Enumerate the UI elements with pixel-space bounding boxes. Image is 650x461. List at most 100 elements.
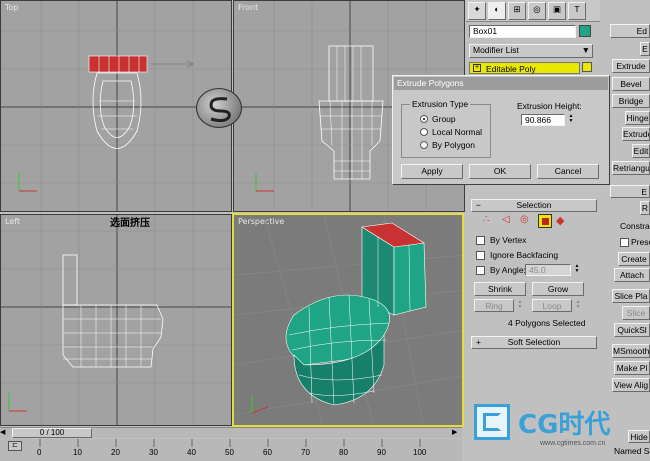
hinge-button[interactable]: Hinge	[625, 111, 650, 125]
grow-button[interactable]: Grow	[532, 282, 584, 296]
tick-30: 30	[149, 448, 158, 457]
next-frame-icon[interactable]: ▶	[452, 428, 460, 438]
extrude-along-button[interactable]: Extrude	[622, 127, 650, 141]
tick-60: 60	[263, 448, 272, 457]
edge-mode-icon[interactable]: ◁	[502, 214, 516, 228]
ring-spinner-icon[interactable]: ▲ ▼	[516, 300, 524, 310]
shrink-button[interactable]: Shrink	[474, 282, 526, 296]
loop-button[interactable]: Loop	[532, 299, 572, 312]
watermark-brand: CG时代	[518, 410, 611, 440]
preserve-uvs-label: Prese	[631, 237, 650, 247]
by-angle-field[interactable]: 45.0	[525, 264, 571, 276]
stack-item-label: Editable Poly	[486, 64, 536, 74]
make-planar-button[interactable]: Make Pl	[614, 361, 650, 375]
border-mode-icon[interactable]: ◎	[520, 214, 534, 228]
edit-triangulation-button[interactable]: Edit	[632, 144, 650, 158]
left-view-wireframe	[1, 215, 231, 425]
msmooth-button[interactable]: MSmooth	[612, 344, 650, 358]
expand-plus-icon[interactable]: +	[473, 64, 481, 72]
hierarchy-tab-icon[interactable]: ⊞	[508, 2, 526, 20]
tick-50: 50	[225, 448, 234, 457]
radio-by-polygon[interactable]	[420, 141, 428, 149]
soft-selection-title: Soft Selection	[507, 337, 561, 347]
cancel-button[interactable]: Cancel	[537, 164, 599, 179]
modifier-list-dropdown[interactable]: Modifier List ▼	[469, 44, 593, 58]
time-slider-track[interactable]: ◀ 0 / 100 ▶	[0, 427, 462, 438]
modify-tab-icon[interactable]: ◐	[488, 2, 506, 20]
watermark-url: www.cgtimes.com.cn	[540, 440, 606, 447]
extrude-polygons-dialog: Extrude Polygons Extrusion Type Group Lo…	[392, 75, 610, 185]
slice-plane-button[interactable]: Slice Pla	[612, 289, 650, 303]
extrusion-height-field[interactable]: 90.866	[521, 114, 565, 126]
cg-logo-icon	[474, 404, 510, 440]
selection-rollout-title: Selection	[516, 200, 552, 210]
hide-button[interactable]: Hide	[628, 430, 650, 443]
polygon-mode-icon[interactable]	[538, 214, 552, 228]
modifier-stack-item[interactable]: + Editable Poly	[469, 62, 580, 74]
tick-40: 40	[187, 448, 196, 457]
stack-light-icon	[582, 62, 592, 72]
retriangulate-button[interactable]: Retriangul	[612, 161, 650, 175]
tick-70: 70	[301, 448, 310, 457]
object-name-field[interactable]: Box01	[469, 25, 576, 38]
radio-group[interactable]	[420, 115, 428, 123]
quickslice-button[interactable]: QuickSl	[614, 323, 650, 337]
option-local-normal-label: Local Normal	[432, 127, 483, 137]
height-spinner-icon[interactable]: ▲ ▼	[567, 114, 575, 124]
apply-button[interactable]: Apply	[401, 164, 463, 179]
named-selections-label: Named Se	[614, 446, 650, 456]
viewport-left[interactable]: Left	[0, 214, 232, 426]
frame-counter[interactable]: 0 / 100	[12, 428, 92, 438]
soft-selection-rollout-header[interactable]: + Soft Selection	[471, 336, 597, 349]
edit-polygons-rollout[interactable]: Ed	[610, 24, 650, 38]
extrusion-type-group: Extrusion Type Group Local Normal By Pol…	[401, 99, 491, 158]
radio-local-normal[interactable]	[420, 128, 428, 136]
annotation-caption: 选面挤压	[110, 218, 150, 229]
collapse-minus-icon: −	[476, 200, 481, 210]
by-vertex-label: By Vertex	[490, 235, 527, 245]
bridge-button[interactable]: Bridge	[612, 94, 650, 108]
tick-20: 20	[111, 448, 120, 457]
loop-spinner-icon[interactable]: ▲ ▼	[574, 300, 582, 310]
angle-spinner-icon[interactable]: ▲ ▼	[573, 264, 581, 274]
ignore-backfacing-label: Ignore Backfacing	[490, 250, 559, 260]
extrusion-type-label: Extrusion Type	[410, 99, 471, 109]
expand-plus-icon: +	[476, 337, 481, 347]
perspective-view-model	[234, 215, 462, 425]
selection-rollout-header[interactable]: − Selection	[471, 199, 597, 212]
prev-frame-icon[interactable]: ◀	[0, 428, 8, 438]
utilities-tab-icon[interactable]: T	[568, 2, 586, 20]
constraints-label: Constrai	[620, 221, 650, 231]
attach-button[interactable]: Attach	[614, 268, 650, 282]
preserve-uvs-checkbox[interactable]	[620, 238, 629, 247]
edit-geometry-rollout[interactable]: E	[610, 185, 650, 198]
modifier-list-label: Modifier List	[473, 45, 519, 55]
viewport-perspective[interactable]: Perspective	[232, 213, 464, 427]
right-btn-1[interactable]: E	[640, 42, 650, 56]
motion-tab-icon[interactable]: ◎	[528, 2, 546, 20]
ring-button[interactable]: Ring	[474, 299, 514, 312]
by-angle-checkbox[interactable]	[476, 266, 485, 275]
slice-button[interactable]: Slice	[622, 306, 650, 320]
key-filter-icon[interactable]: ⊏	[8, 441, 22, 451]
object-color-swatch[interactable]	[579, 25, 591, 37]
selection-status: 4 Polygons Selected	[508, 318, 586, 328]
command-panel-tabs: ✦ ◐ ⊞ ◎ ▣ T	[466, 0, 600, 22]
by-angle-label: By Angle:	[490, 265, 526, 275]
tick-80: 80	[339, 448, 348, 457]
display-tab-icon[interactable]: ▣	[548, 2, 566, 20]
element-mode-icon[interactable]: ◆	[556, 214, 570, 228]
create-button[interactable]: Create	[618, 252, 650, 266]
repeat-last-button[interactable]: R	[640, 201, 650, 215]
view-align-button[interactable]: View Alig	[612, 378, 650, 392]
dialog-title: Extrude Polygons	[394, 77, 608, 90]
tick-100: 100	[413, 448, 427, 457]
ok-button[interactable]: OK	[469, 164, 531, 179]
ignore-backfacing-checkbox[interactable]	[476, 251, 485, 260]
bevel-button[interactable]: Bevel	[612, 77, 650, 91]
extrude-button[interactable]: Extrude	[612, 59, 650, 73]
create-tab-icon[interactable]: ✦	[468, 2, 486, 20]
by-vertex-checkbox[interactable]	[476, 236, 485, 245]
option-by-polygon-label: By Polygon	[432, 140, 475, 150]
vertex-mode-icon[interactable]: ∴	[483, 214, 497, 228]
